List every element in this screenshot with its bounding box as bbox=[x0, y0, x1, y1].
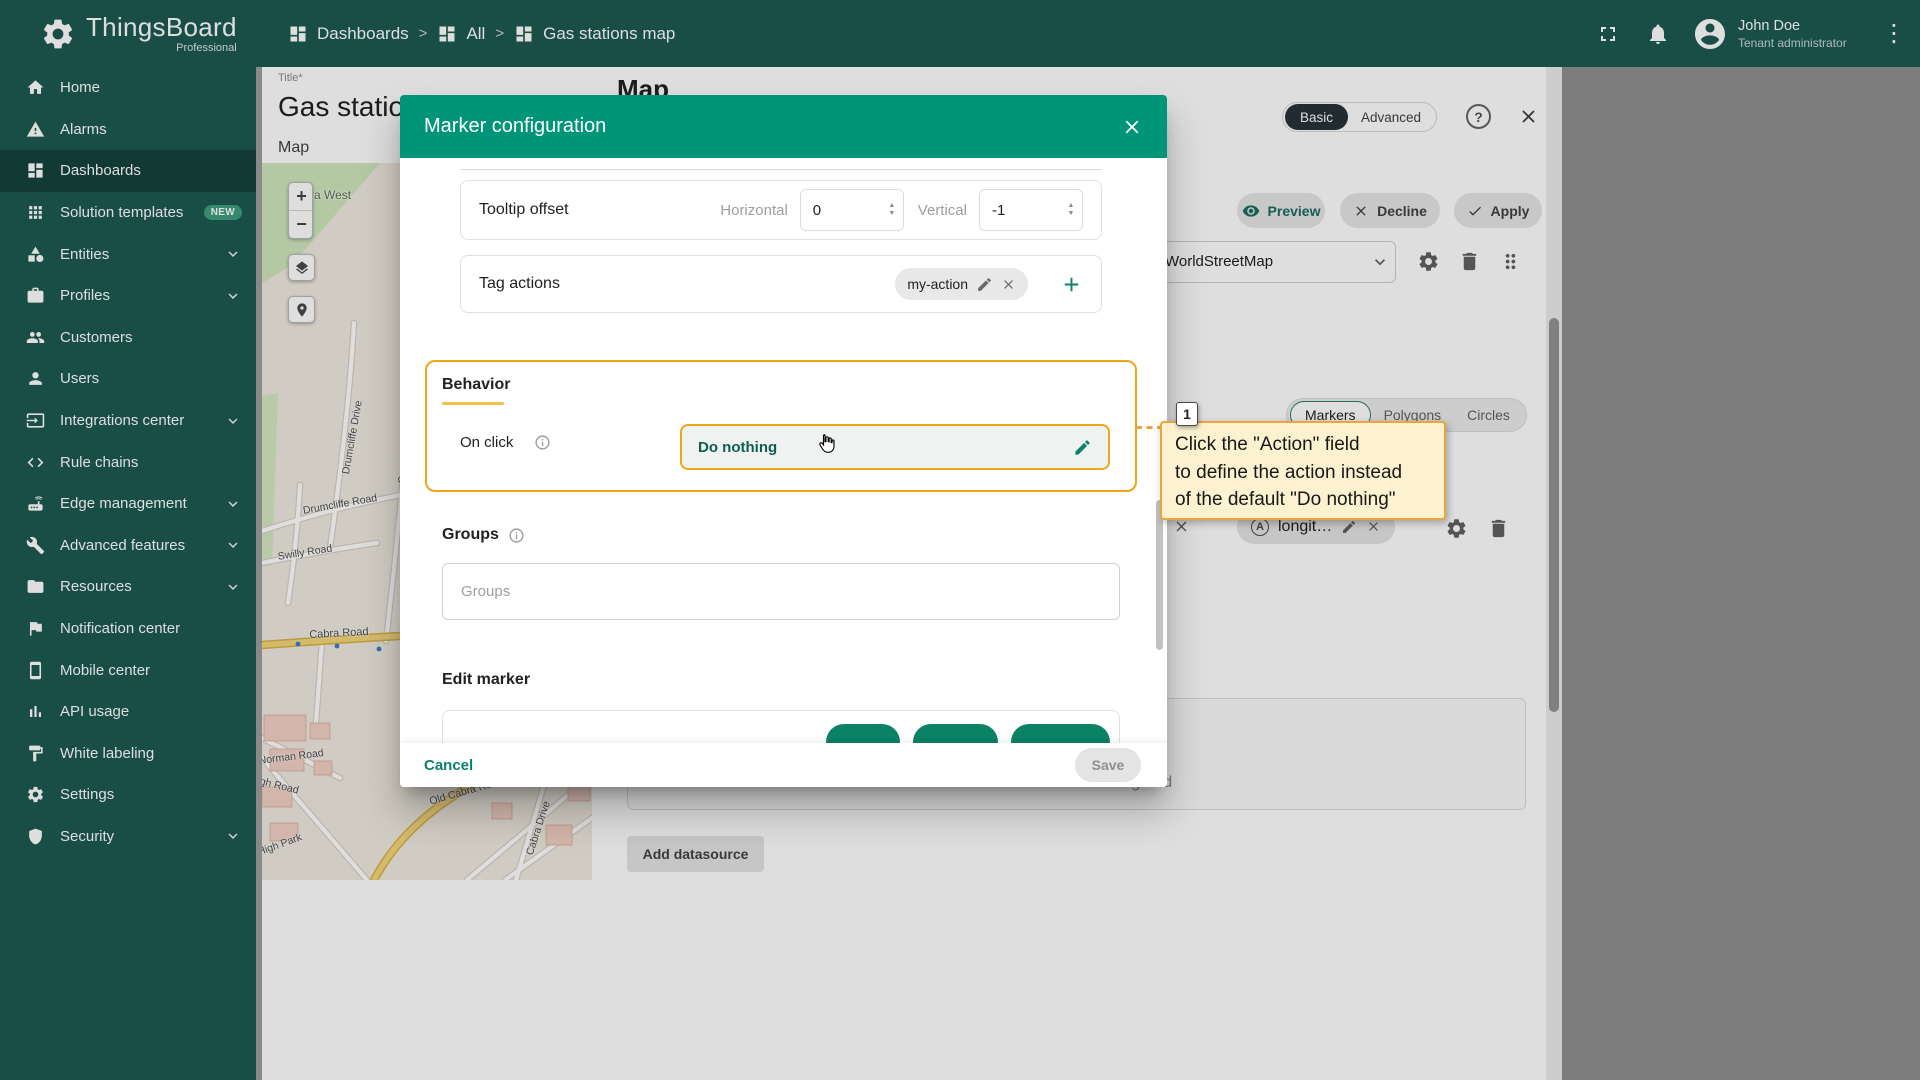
behavior-underline-marker bbox=[442, 402, 504, 405]
vertical-offset-value: -1 bbox=[980, 202, 1060, 219]
thingsboard-app: ThingsBoard Professional Dashboards > Al… bbox=[0, 0, 1920, 1080]
close-icon[interactable] bbox=[1001, 277, 1016, 292]
tag-action-name: my-action bbox=[907, 276, 968, 292]
scrolled-field-edge bbox=[460, 169, 1102, 170]
horizontal-offset-value: 0 bbox=[801, 202, 881, 219]
groups-input[interactable] bbox=[442, 563, 1120, 620]
marker-configuration-dialog: Marker configuration Tooltip offset Hori… bbox=[400, 95, 1167, 787]
tag-actions-label: Tag actions bbox=[479, 275, 895, 293]
on-click-action-value: Do nothing bbox=[698, 439, 1073, 456]
hand-cursor-icon bbox=[815, 433, 838, 456]
horizontal-offset-input[interactable]: 0 ▲▼ bbox=[800, 189, 904, 231]
info-icon bbox=[534, 434, 551, 451]
annotation-connector-line bbox=[1136, 426, 1163, 429]
vertical-label: Vertical bbox=[918, 202, 967, 219]
tooltip-offset-label: Tooltip offset bbox=[479, 201, 720, 219]
on-click-label: On click bbox=[460, 434, 513, 451]
info-icon bbox=[508, 527, 525, 544]
annotation-text: to define the action instead bbox=[1175, 459, 1431, 487]
stepper-arrows[interactable]: ▲▼ bbox=[1060, 202, 1082, 218]
save-button[interactable]: Save bbox=[1075, 748, 1141, 782]
groups-heading: Groups bbox=[442, 526, 499, 544]
annotation-step-badge: 1 bbox=[1176, 402, 1198, 426]
dialog-footer: Cancel Save bbox=[400, 743, 1167, 787]
dialog-title: Marker configuration bbox=[424, 115, 1121, 138]
dialog-header: Marker configuration bbox=[400, 95, 1167, 158]
cancel-button[interactable]: Cancel bbox=[424, 757, 473, 774]
dialog-close-icon[interactable] bbox=[1121, 116, 1143, 138]
edit-pencil-icon[interactable] bbox=[976, 276, 993, 293]
annotation-tooltip: Click the "Action" field to define the a… bbox=[1160, 421, 1446, 520]
on-click-action-field[interactable]: Do nothing bbox=[680, 424, 1110, 470]
add-action-plus-icon[interactable] bbox=[1060, 273, 1083, 296]
annotation-text: Click the "Action" field bbox=[1175, 431, 1431, 459]
horizontal-label: Horizontal bbox=[720, 202, 788, 219]
edit-pencil-icon[interactable] bbox=[1073, 438, 1092, 457]
tag-action-chip[interactable]: my-action bbox=[895, 268, 1028, 300]
stepper-arrows[interactable]: ▲▼ bbox=[881, 202, 903, 218]
dialog-scrollbar-thumb[interactable] bbox=[1156, 500, 1163, 650]
tag-actions-row: Tag actions my-action bbox=[460, 255, 1102, 313]
vertical-offset-input[interactable]: -1 ▲▼ bbox=[979, 189, 1083, 231]
tooltip-offset-row: Tooltip offset Horizontal 0 ▲▼ Vertical … bbox=[460, 180, 1102, 240]
annotation-text: of the default "Do nothing" bbox=[1175, 486, 1431, 514]
edit-marker-heading: Edit marker bbox=[442, 671, 530, 689]
behavior-heading: Behavior bbox=[442, 376, 510, 394]
